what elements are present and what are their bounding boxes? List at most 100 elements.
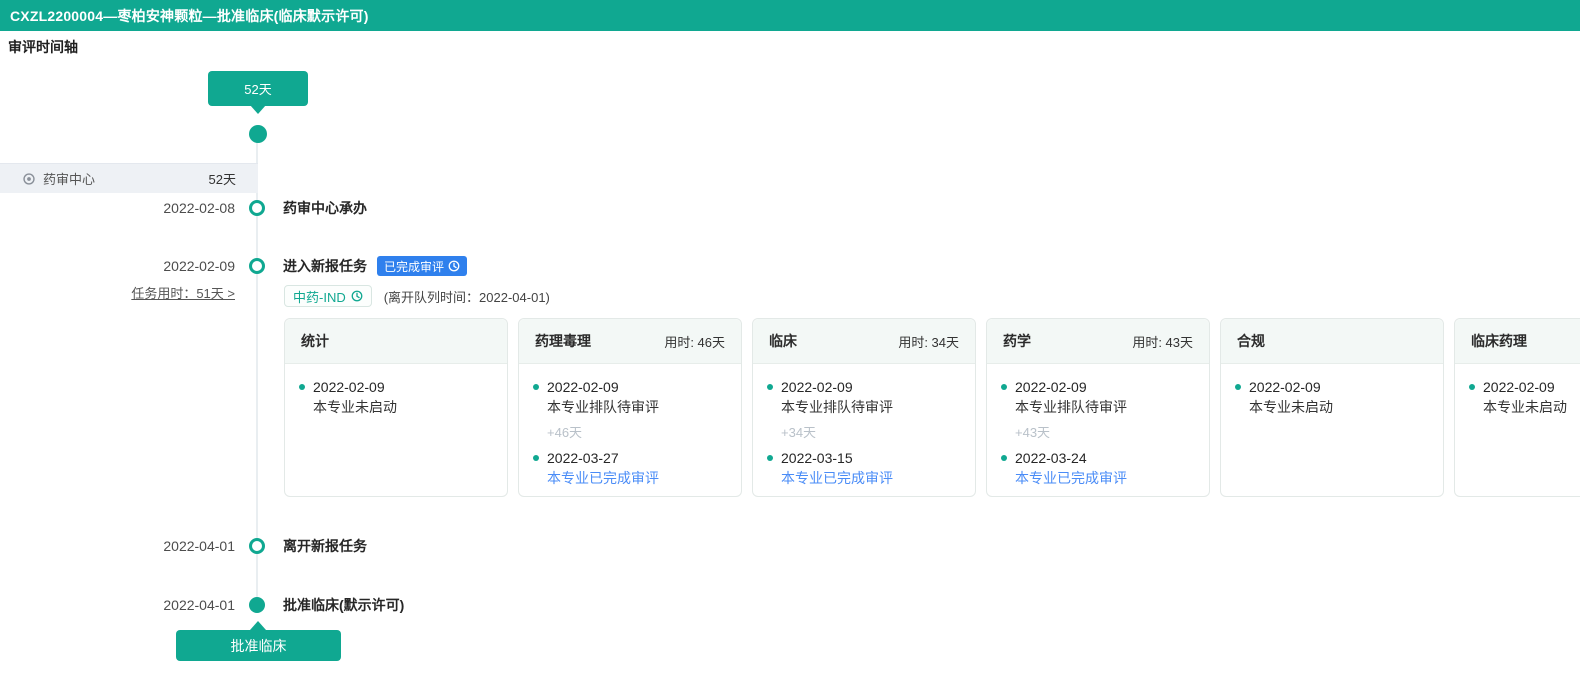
card-header: 临床 用时: 34天 — [753, 319, 975, 364]
entry-status: 本专业未启动 — [1483, 399, 1567, 415]
entry-status: 本专业未启动 — [313, 399, 397, 415]
entry-status: 本专业已完成审评 — [781, 470, 893, 486]
timeline-start-dot — [249, 125, 267, 143]
approve-clinical-bubble: 批准临床 — [176, 630, 341, 661]
entry-status: 本专业排队待审评 — [547, 399, 659, 415]
window-titlebar: CXZL2200004—枣柏安神颗粒—批准临床(临床默示许可) — [0, 0, 1580, 31]
badge-arrow-down — [250, 105, 266, 114]
event-title-row: 进入新报任务 已完成审评 — [283, 256, 468, 276]
entry-date: 2022-02-09 — [1015, 379, 1087, 395]
card-header: 药学 用时: 43天 — [987, 319, 1209, 364]
event-node-filled — [249, 597, 265, 613]
card-entry: 2022-02-09 本专业未启动 — [1469, 377, 1580, 417]
card-title: 临床药理 — [1471, 333, 1527, 349]
card-header: 临床药理 — [1455, 319, 1580, 364]
card-header: 统计 — [285, 319, 507, 364]
bullet-dot — [1001, 455, 1007, 461]
entry-date: 2022-03-15 — [781, 450, 853, 466]
specialty-card: 药学 用时: 43天 2022-02-09 本专业排队待审评 +43天 2022-03… — [986, 318, 1210, 497]
event-title: 批准临床(默示许可) — [283, 597, 405, 613]
card-title: 药学 — [1003, 333, 1031, 349]
card-body: 2022-02-09 本专业排队待审评 +43天 2022-03-24 本专业已完成审评 — [987, 364, 1209, 505]
card-entry: 2022-02-09 本专业排队待审评 — [533, 377, 727, 417]
bullet-dot — [767, 455, 773, 461]
clock-icon — [448, 260, 460, 272]
entry-status: 本专业排队待审评 — [1015, 399, 1127, 415]
entry-date: 2022-02-09 — [547, 379, 619, 395]
org-label: 药审中心 — [43, 172, 96, 187]
card-body: 2022-02-09 本专业未启动 — [285, 364, 507, 434]
entry-status: 本专业未启动 — [1249, 399, 1333, 415]
event-title: 进入新报任务 — [283, 258, 367, 274]
event-date: 2022-04-01 — [163, 597, 235, 613]
card-title: 临床 — [769, 333, 797, 349]
card-entry: 2022-02-09 本专业未启动 — [1235, 377, 1429, 417]
card-entry: 2022-02-09 本专业排队待审评 — [767, 377, 961, 417]
specialty-card: 临床 用时: 34天 2022-02-09 本专业排队待审评 +34天 2022-03… — [752, 318, 976, 497]
card-duration: 用时: 43天 — [1132, 334, 1193, 350]
wait-duration: +34天 — [781, 425, 817, 440]
specialty-card: 临床药理 2022-02-09 本专业未启动 — [1454, 318, 1580, 497]
total-duration-badge: 52天 — [208, 71, 308, 106]
queue-row: 中药-IND (离开队列时间：2022-04-01) — [284, 285, 550, 307]
org-row: 药审中心 52天 — [0, 163, 258, 193]
review-timeline-page: CXZL2200004—枣柏安神颗粒—批准临床(临床默示许可) 审评时间轴 52… — [0, 0, 1580, 683]
approve-clinical-label: 批准临床 — [230, 637, 287, 654]
review-complete-badge[interactable]: 已完成审评 — [377, 256, 468, 276]
specialty-card: 统计 2022-02-09 本专业未启动 — [284, 318, 508, 497]
event-date: 2022-04-01 — [163, 538, 235, 554]
wait-duration: +46天 — [547, 425, 583, 440]
entry-date: 2022-02-09 — [313, 379, 385, 395]
entry-date: 2022-03-27 — [547, 450, 619, 466]
event-date: 2022-02-08 — [163, 200, 235, 216]
event-title: 药审中心承办 — [283, 200, 367, 216]
card-header: 合规 — [1221, 319, 1443, 364]
entry-date: 2022-03-24 — [1015, 450, 1087, 466]
bullet-dot — [533, 384, 539, 390]
entry-status: 本专业已完成审评 — [1015, 470, 1127, 486]
specialty-cards-row: 统计 2022-02-09 本专业未启动 药理毒理 用时: 46天 2022-02… — [284, 318, 1580, 497]
page-title: CXZL2200004—枣柏安神颗粒—批准临床(临床默示许可) — [10, 7, 369, 24]
entry-date: 2022-02-09 — [781, 379, 853, 395]
card-body: 2022-02-09 本专业排队待审评 +34天 2022-03-15 本专业已完成审评 — [753, 364, 975, 505]
event-title: 离开新报任务 — [283, 538, 367, 554]
wait-duration: +43天 — [1015, 425, 1051, 440]
bullet-dot — [1001, 384, 1007, 390]
card-entry: 2022-02-09 本专业未启动 — [299, 377, 493, 417]
org-duration: 52天 — [208, 172, 236, 187]
card-duration: 用时: 46天 — [664, 334, 725, 350]
entry-status: 本专业排队待审评 — [781, 399, 893, 415]
badge-label: 已完成审评 — [384, 259, 445, 274]
bullet-dot — [767, 384, 773, 390]
entry-date: 2022-02-09 — [1483, 379, 1555, 395]
card-header: 药理毒理 用时: 46天 — [519, 319, 741, 364]
bullet-dot — [299, 384, 305, 390]
card-title: 药理毒理 — [535, 333, 591, 349]
event-node-ring — [249, 258, 265, 274]
bullet-dot — [533, 455, 539, 461]
card-entry: 2022-03-27 本专业已完成审评 — [533, 448, 727, 488]
card-entry: 2022-03-24 本专业已完成审评 — [1001, 448, 1195, 488]
event-node-ring — [249, 538, 265, 554]
specialty-card: 合规 2022-02-09 本专业未启动 — [1220, 318, 1444, 497]
event-date: 2022-02-09 — [163, 258, 235, 274]
card-body: 2022-02-09 本专业排队待审评 +46天 2022-03-27 本专业已完成审评 — [519, 364, 741, 505]
card-entry: 2022-02-09 本专业排队待审评 — [1001, 377, 1195, 417]
task-duration-link[interactable]: 任务用时：51天 > — [60, 286, 235, 302]
card-body: 2022-02-09 本专业未启动 — [1455, 364, 1580, 434]
clock-icon — [351, 290, 363, 302]
card-duration: 用时: 34天 — [898, 334, 959, 350]
specialty-card: 药理毒理 用时: 46天 2022-02-09 本专业排队待审评 +46天 2022-… — [518, 318, 742, 497]
card-title: 合规 — [1237, 333, 1265, 349]
drug-type-tag[interactable]: 中药-IND — [284, 285, 372, 307]
bubble-arrow-up — [250, 621, 266, 630]
event-node-ring — [249, 200, 265, 216]
total-duration-label: 52天 — [244, 82, 272, 97]
section-title: 审评时间轴 — [8, 39, 78, 55]
queue-leave-note: (离开队列时间：2022-04-01) — [383, 289, 550, 305]
entry-status: 本专业已完成审评 — [547, 470, 659, 486]
tag-label: 中药-IND — [293, 289, 346, 305]
entry-date: 2022-02-09 — [1249, 379, 1321, 395]
bullet-dot — [1469, 384, 1475, 390]
bullet-dot — [1235, 384, 1241, 390]
